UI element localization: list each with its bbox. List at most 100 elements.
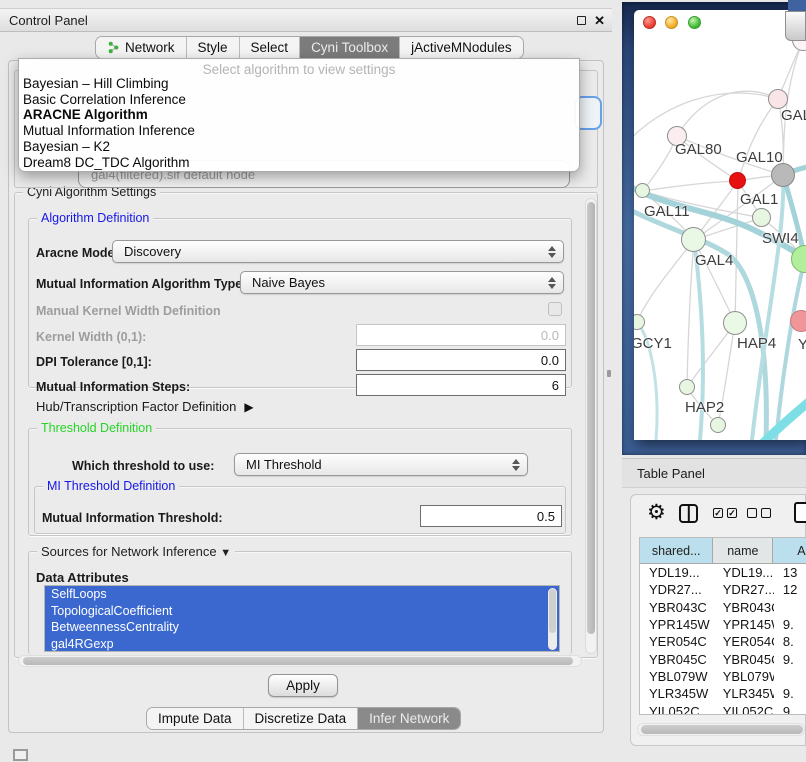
table-row[interactable]: YDL19...YDL19...13 xyxy=(640,564,806,581)
export-table-icon[interactable] xyxy=(794,502,806,523)
which-threshold-select[interactable]: MI Threshold xyxy=(234,453,528,476)
cell: YER054C xyxy=(714,634,774,649)
scrollbar-thumb[interactable] xyxy=(549,589,556,633)
float-window-icon[interactable] xyxy=(577,16,586,25)
expand-arrow-icon[interactable]: ▶ xyxy=(244,400,253,414)
node-gal11[interactable] xyxy=(635,183,650,198)
apply-button-label: Apply xyxy=(286,678,320,693)
settings-vertical-scrollbar[interactable] xyxy=(585,198,597,654)
dock-panel-icon[interactable] xyxy=(13,749,28,761)
table-row[interactable]: YLR345WYLR345W9. xyxy=(640,685,806,702)
node-label: Y xyxy=(798,336,806,353)
list-item-gal4rgexp[interactable]: gal4RGexp xyxy=(45,636,559,652)
node-gal1[interactable] xyxy=(752,208,771,227)
hub-definition-toggle[interactable]: Hub/Transcription Factor Definition▶ xyxy=(36,399,254,414)
tab-style[interactable]: Style xyxy=(186,37,239,58)
toolbar-fragment-combo[interactable] xyxy=(785,11,806,41)
collapse-arrow-icon[interactable]: ▼ xyxy=(220,547,231,559)
sources-title[interactable]: Sources for Network Inference ▼ xyxy=(37,544,235,559)
tab-select[interactable]: Select xyxy=(239,37,300,58)
table-row[interactable]: YER054CYER054C8. xyxy=(640,633,806,650)
sources-title-text: Sources for Network Inference xyxy=(41,544,217,559)
menu-item-dream8[interactable]: Dream8 DC_TDC Algorithm xyxy=(19,155,579,171)
table-row[interactable]: YBL079WYBL079W xyxy=(640,668,806,685)
table-row[interactable]: YBR043CYBR043C xyxy=(640,599,806,616)
node-hap4[interactable] xyxy=(723,311,747,335)
column-layout-icon[interactable] xyxy=(679,504,698,523)
tab-infer-network[interactable]: Infer Network xyxy=(357,708,460,729)
scrollbar-thumb[interactable] xyxy=(587,202,595,634)
column-header-shared-name[interactable]: shared... xyxy=(640,538,713,563)
mi-type-select[interactable]: Naive Bayes xyxy=(240,271,564,294)
node-gal10[interactable] xyxy=(771,163,795,187)
algorithm-definition-title: Algorithm Definition xyxy=(37,211,153,225)
tab-impute-data[interactable]: Impute Data xyxy=(147,708,243,729)
column-header-name[interactable]: name xyxy=(713,538,773,563)
dpi-tolerance-field[interactable] xyxy=(356,349,566,371)
popup-prompt: Select algorithm to view settings xyxy=(19,59,579,76)
menu-item-bayesian-k2[interactable]: Bayesian – K2 xyxy=(19,139,579,155)
node-hap2[interactable] xyxy=(679,379,695,395)
cell: YPR145W xyxy=(640,617,714,632)
table-row[interactable]: YIL052CYIL052C9. xyxy=(640,702,806,715)
mi-threshold-title: MI Threshold Definition xyxy=(43,479,179,493)
table-horizontal-scrollbar[interactable] xyxy=(637,723,805,736)
scrollbar-thumb[interactable] xyxy=(641,725,803,734)
cell: YBR045C xyxy=(640,652,714,667)
mi-threshold-field[interactable] xyxy=(420,505,562,527)
menu-item-mutual-information[interactable]: Mutual Information Inference xyxy=(19,123,579,139)
column-header-partial[interactable]: A xyxy=(773,538,806,563)
tab-cyni-toolbox[interactable]: Cyni Toolbox xyxy=(299,37,399,58)
table-panel-box: ⚙ ✓ ✓ shared... name A YDL19...YDL19...1… xyxy=(630,494,806,746)
list-item-betweennesscentrality[interactable]: BetweennessCentrality xyxy=(45,619,559,636)
deselect-all-checkbox-icon[interactable] xyxy=(747,508,757,518)
apply-button[interactable]: Apply xyxy=(268,674,338,697)
node-gal2[interactable] xyxy=(768,89,788,109)
kernel-width-field[interactable] xyxy=(356,324,566,346)
table-row[interactable]: YBR045CYBR045C9. xyxy=(640,650,806,667)
manual-kernel-label: Manual Kernel Width Definition xyxy=(36,304,221,318)
stepper-icon xyxy=(512,459,520,471)
tab-jactivemnodules[interactable]: jActiveMNodules xyxy=(399,37,523,58)
network-edges-canvas[interactable] xyxy=(634,10,806,440)
close-icon[interactable]: ✕ xyxy=(594,13,605,29)
control-panel-titlebar: Control Panel ✕ xyxy=(0,8,612,32)
cell: YER054C xyxy=(640,634,714,649)
menu-item-aracne[interactable]: ARACNE Algorithm xyxy=(19,107,579,123)
panel-title: Control Panel xyxy=(0,13,88,28)
cell: YLR345W xyxy=(640,686,714,701)
cell: YDL19... xyxy=(640,565,714,580)
tab-network[interactable]: Network xyxy=(96,37,186,58)
cell: 13 xyxy=(774,565,806,580)
table-row[interactable]: YPR145WYPR145W9. xyxy=(640,616,806,633)
list-vertical-scrollbar[interactable] xyxy=(548,588,557,650)
node-gal4[interactable] xyxy=(681,227,706,252)
splitter-handle[interactable] xyxy=(607,370,611,377)
select-all-checkbox-icon[interactable]: ✓ xyxy=(713,508,723,518)
table-row[interactable]: YDR27...YDR27...12 xyxy=(640,581,806,598)
settings-horizontal-scrollbar[interactable] xyxy=(18,655,582,667)
list-item-selfloops[interactable]: SelfLoops xyxy=(45,586,559,603)
deselect-all-checkbox-icon[interactable] xyxy=(761,508,771,518)
tab-discretize-data[interactable]: Discretize Data xyxy=(243,708,358,729)
node-y-salmon[interactable] xyxy=(790,310,806,332)
node-label: HAP2 xyxy=(685,399,724,416)
node-unlabeled-bottom[interactable] xyxy=(710,417,726,433)
mi-steps-field[interactable] xyxy=(356,374,566,396)
node-label: GAL xyxy=(781,107,806,124)
mi-threshold-label: Mutual Information Threshold: xyxy=(42,511,223,525)
cell: YDL19... xyxy=(714,565,774,580)
menu-item-bayesian-hill-climbing[interactable]: Bayesian – Hill Climbing xyxy=(19,76,579,92)
stepper-icon xyxy=(548,277,556,289)
select-all-checkbox-icon[interactable]: ✓ xyxy=(727,508,737,518)
manual-kernel-checkbox[interactable] xyxy=(548,302,562,316)
list-item-topologicalcoefficient[interactable]: TopologicalCoefficient xyxy=(45,603,559,620)
tab-label: Select xyxy=(251,40,289,55)
network-view-window[interactable]: GAL GAL80 GAL10 GAL11 GAL1 SWI4 GAL4 GCY… xyxy=(634,10,806,440)
gear-icon[interactable]: ⚙ xyxy=(647,503,666,523)
scrollbar-thumb[interactable] xyxy=(23,657,573,665)
menu-item-basic-correlation[interactable]: Basic Correlation Inference xyxy=(19,92,579,108)
aracne-mode-select[interactable]: Discovery xyxy=(112,240,564,263)
node-label: GAL10 xyxy=(736,149,783,166)
node-red-selected[interactable] xyxy=(729,172,746,189)
